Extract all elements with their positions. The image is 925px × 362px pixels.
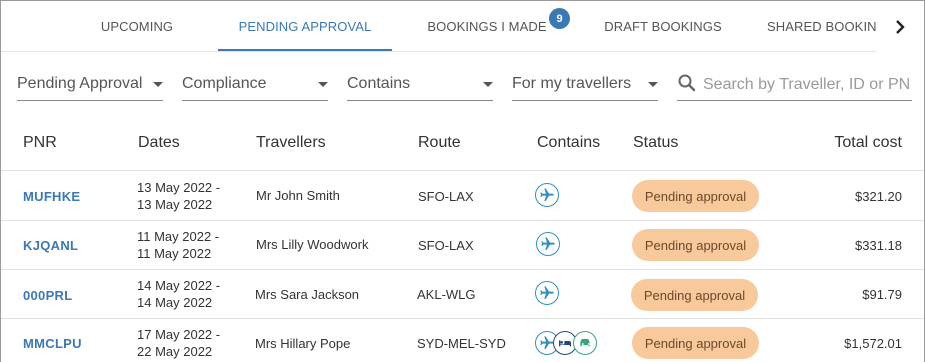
traveller-name: Mrs Sara Jackson <box>255 287 360 302</box>
total-cost: $321.20 <box>855 189 902 204</box>
caret-down-icon <box>483 82 493 87</box>
search-field <box>677 71 912 101</box>
column-header-contains[interactable]: Contains <box>537 134 600 152</box>
date-to: 11 May 2022 <box>137 246 212 261</box>
table-header: PNR Dates Travellers Route Contains Stat… <box>1 119 924 171</box>
tab-label: BOOKINGS I MADE <box>427 19 547 34</box>
select-value: Compliance <box>182 75 267 92</box>
compliance-select[interactable]: Compliance <box>182 71 328 101</box>
flight-icon <box>535 183 559 207</box>
status-badge: Pending approval <box>632 180 759 212</box>
date-range: 17 May 2022 - 22 May 2022 <box>137 326 220 360</box>
status-badge: Pending approval <box>632 229 759 261</box>
date-from: 17 May 2022 - <box>137 327 221 342</box>
tab-upcoming[interactable]: UPCOMING <box>83 1 191 52</box>
select-value: Contains <box>347 75 411 92</box>
total-cost: $331.18 <box>855 238 902 253</box>
column-header-dates[interactable]: Dates <box>138 134 180 152</box>
date-from: 11 May 2022 - <box>137 229 220 244</box>
bookings-panel: UPCOMING PENDING APPROVAL BOOKINGS I MAD… <box>0 0 925 362</box>
bookings-count-badge: 9 <box>549 8 570 29</box>
tab-draft-bookings[interactable]: DRAFT BOOKINGS <box>594 1 732 52</box>
car-icon <box>573 331 597 355</box>
table-row[interactable]: KJQANL 11 May 2022 - 11 May 2022 Mrs Lil… <box>1 221 924 270</box>
date-to: 22 May 2022 <box>137 344 213 359</box>
pnr-link[interactable]: KJQANL <box>23 238 78 253</box>
traveller-name: Mrs Lilly Woodwork <box>256 237 369 252</box>
date-range: 11 May 2022 - 11 May 2022 <box>137 228 219 262</box>
tab-label: UPCOMING <box>100 19 174 34</box>
tabs-scroll-right-button[interactable] <box>876 1 924 52</box>
status-badge: Pending approval <box>632 327 759 359</box>
date-to: 13 May 2022 <box>137 197 213 212</box>
travellers-scope-select[interactable]: For my travellers <box>512 71 658 101</box>
table-row[interactable]: MUFHKE 13 May 2022 - 13 May 2022 Mr John… <box>1 172 924 221</box>
route: SYD-MEL-SYD <box>417 336 506 351</box>
chevron-right-icon <box>896 19 905 34</box>
date-range: 14 May 2022 - 14 May 2022 <box>137 277 220 311</box>
flight-icon <box>535 281 559 305</box>
total-cost: $1,572.01 <box>844 336 902 351</box>
pnr-link[interactable]: MUFHKE <box>23 189 80 204</box>
total-cost: $91.79 <box>862 287 902 302</box>
tab-bookings-i-made[interactable]: BOOKINGS I MADE <box>419 1 555 52</box>
tab-pending-approval[interactable]: PENDING APPROVAL <box>218 1 392 52</box>
route: SFO-LAX <box>418 238 474 253</box>
route: SFO-LAX <box>418 189 474 204</box>
pnr-link[interactable]: MMCLPU <box>23 336 82 351</box>
date-range: 13 May 2022 - 13 May 2022 <box>137 179 220 213</box>
traveller-name: Mrs Hillary Pope <box>255 336 351 351</box>
search-icon <box>678 74 696 92</box>
column-header-status[interactable]: Status <box>633 134 678 152</box>
route: AKL-WLG <box>417 287 476 302</box>
tab-label: DRAFT BOOKINGS <box>604 19 722 34</box>
approval-status-select[interactable]: Pending Approval <box>17 71 163 101</box>
column-header-pnr[interactable]: PNR <box>23 134 57 152</box>
column-header-total-cost[interactable]: Total cost <box>834 134 902 152</box>
tab-label: PENDING APPROVAL <box>238 19 372 34</box>
flight-icon <box>536 232 560 256</box>
column-header-route[interactable]: Route <box>418 134 461 152</box>
select-value: Pending Approval <box>17 75 143 92</box>
date-to: 14 May 2022 <box>137 295 213 310</box>
search-input[interactable] <box>703 73 911 97</box>
column-header-travellers[interactable]: Travellers <box>256 134 326 152</box>
select-value: For my travellers <box>512 75 632 92</box>
table-row[interactable]: 000PRL 14 May 2022 - 14 May 2022 Mrs Sar… <box>1 270 924 319</box>
date-from: 13 May 2022 - <box>137 180 221 195</box>
traveller-name: Mr John Smith <box>256 188 340 203</box>
caret-down-icon <box>318 82 328 87</box>
pnr-link[interactable]: 000PRL <box>23 288 73 303</box>
tab-bar: UPCOMING PENDING APPROVAL BOOKINGS I MAD… <box>1 1 924 52</box>
caret-down-icon <box>153 82 163 87</box>
date-from: 14 May 2022 - <box>137 278 221 293</box>
contains-select[interactable]: Contains <box>347 71 493 101</box>
table-row[interactable]: MMCLPU 17 May 2022 - 22 May 2022 Mrs Hil… <box>1 319 924 362</box>
status-badge: Pending approval <box>631 279 758 311</box>
caret-down-icon <box>648 82 658 87</box>
active-tab-indicator <box>218 49 392 51</box>
